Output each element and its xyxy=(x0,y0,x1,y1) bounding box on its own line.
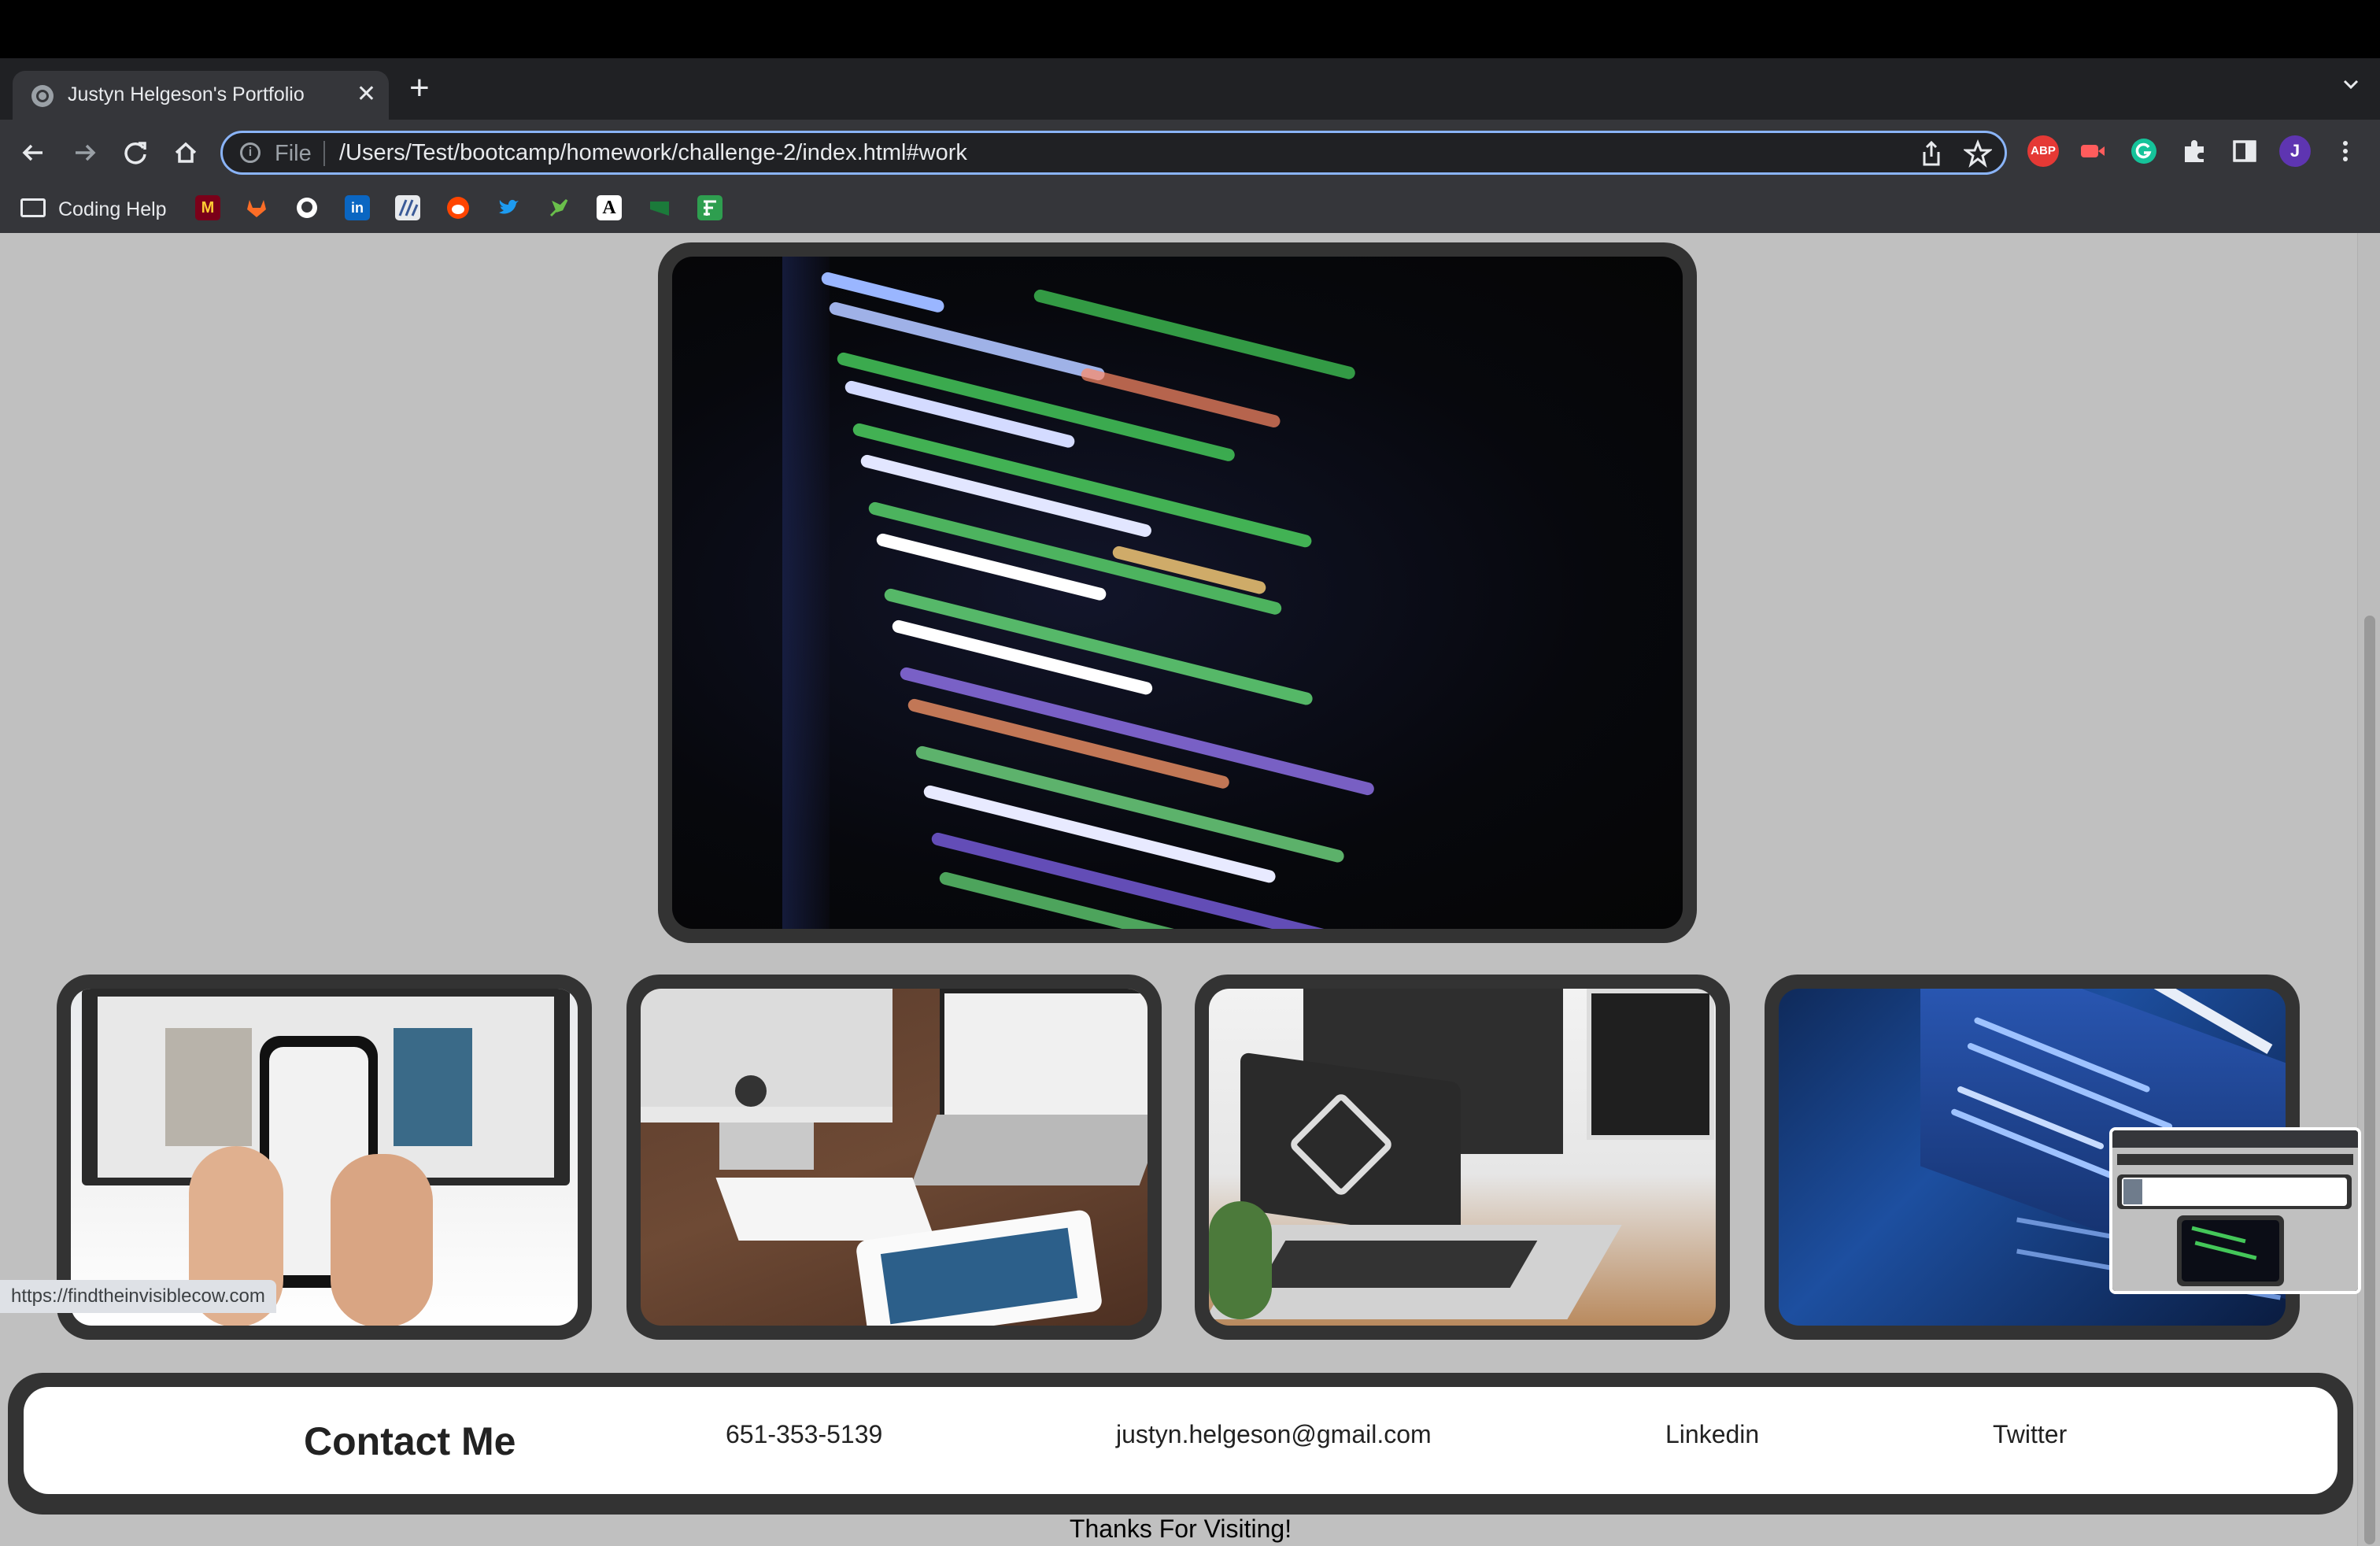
featured-work-card[interactable] xyxy=(658,242,1697,943)
project-card-devices[interactable] xyxy=(626,975,1162,1340)
profile-avatar[interactable]: J xyxy=(2279,135,2311,167)
spreadsheet-bookmark-icon[interactable] xyxy=(697,195,722,220)
globe-icon xyxy=(31,85,54,107)
screen-recorder-extension-icon[interactable] xyxy=(2076,135,2108,167)
scrollbar-thumb[interactable] xyxy=(2364,616,2375,1544)
new-tab-button[interactable]: + xyxy=(409,69,430,107)
twitter-bookmark-icon[interactable] xyxy=(496,195,521,220)
browser-toolbar: i File /Users/Test/bootcamp/homework/cha… xyxy=(0,120,2380,184)
browser-tab[interactable]: Justyn Helgeson's Portfolio ✕ xyxy=(13,71,389,120)
screenshot-preview-thumbnail[interactable] xyxy=(2109,1127,2361,1294)
contact-heading: Contact Me xyxy=(304,1419,516,1463)
adblock-extension-icon[interactable]: ABP xyxy=(2027,135,2059,167)
page-viewport[interactable]: Contact Me 651-353-5139 justyn.helgeson@… xyxy=(0,233,2380,1546)
forward-arrow-icon[interactable] xyxy=(68,135,102,170)
close-tab-icon[interactable]: ✕ xyxy=(357,80,376,109)
linkedin-link[interactable]: Linkedin xyxy=(1665,1420,1759,1449)
university-bookmark-icon[interactable]: M xyxy=(195,195,220,220)
thanks-message: Thanks For Visiting! xyxy=(1069,1515,1292,1543)
desk-devices-image xyxy=(641,989,1148,1326)
divider xyxy=(323,141,325,166)
bookmarks-bar: Coding Help M in A xyxy=(0,184,2380,233)
back-arrow-icon[interactable] xyxy=(16,135,50,170)
project-card-laptop[interactable] xyxy=(1195,975,1730,1340)
tab-title: Justyn Helgeson's Portfolio xyxy=(68,83,305,105)
bookmark-folder-label: Coding Help xyxy=(58,198,167,220)
folder-icon xyxy=(20,198,46,217)
url-scheme: File xyxy=(275,141,312,166)
grammarly-extension-icon[interactable] xyxy=(2128,135,2160,167)
star-icon[interactable] xyxy=(1964,139,1992,168)
contact-section: Contact Me 651-353-5139 justyn.helgeson@… xyxy=(8,1373,2353,1515)
contact-bar: Contact Me 651-353-5139 justyn.helgeson@… xyxy=(24,1387,2338,1494)
address-bar[interactable]: i File /Users/Test/bootcamp/homework/cha… xyxy=(220,131,2007,175)
green-shape-bookmark-icon[interactable] xyxy=(647,195,672,220)
link-status-bubble: https://findtheinvisiblecow.com xyxy=(0,1280,276,1313)
letter-a-bookmark-icon[interactable]: A xyxy=(597,195,622,220)
share-icon[interactable] xyxy=(1920,139,1943,168)
github-bookmark-icon[interactable] xyxy=(294,195,320,220)
vertical-scrollbar[interactable] xyxy=(2357,233,2380,1546)
email-link[interactable]: justyn.helgeson@gmail.com xyxy=(1116,1420,1432,1449)
phone-in-hands-image xyxy=(71,989,578,1326)
reddit-bookmark-icon[interactable] xyxy=(445,195,471,220)
side-panel-icon[interactable] xyxy=(2229,135,2260,167)
url-text[interactable]: /Users/Test/bootcamp/homework/challenge-… xyxy=(339,140,967,166)
gitlab-bookmark-icon[interactable] xyxy=(244,195,269,220)
twitter-link[interactable]: Twitter xyxy=(1993,1420,2067,1449)
reload-icon[interactable] xyxy=(118,135,153,170)
leaf-bookmark-icon[interactable] xyxy=(546,195,571,220)
laptop-design-image xyxy=(1209,989,1716,1326)
kebab-menu-icon[interactable] xyxy=(2330,135,2361,167)
tab-strip: Justyn Helgeson's Portfolio ✕ + xyxy=(0,58,2380,120)
home-icon[interactable] xyxy=(168,135,203,170)
linkedin-bookmark-icon[interactable]: in xyxy=(345,195,370,220)
phone-link[interactable]: 651-353-5139 xyxy=(726,1420,882,1449)
puzzle-extensions-icon[interactable] xyxy=(2179,135,2210,167)
site-bookmark-icon[interactable] xyxy=(395,195,420,220)
info-icon[interactable]: i xyxy=(240,142,261,163)
chevron-down-icon[interactable] xyxy=(2342,76,2360,93)
code-screen-image xyxy=(672,257,1683,929)
